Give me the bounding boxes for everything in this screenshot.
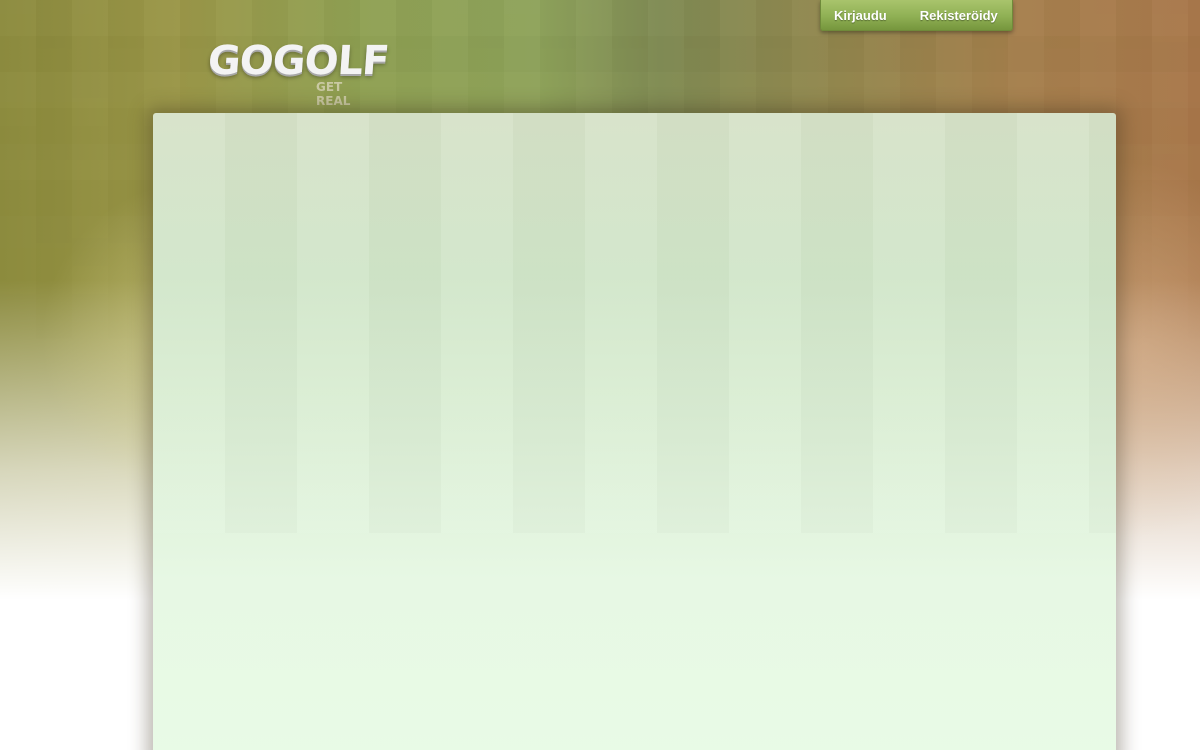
- logo-tagline: GET REAL: [316, 80, 351, 108]
- main-content-panel: [153, 113, 1116, 750]
- login-link[interactable]: Kirjaudu: [834, 8, 887, 23]
- site-logo[interactable]: GOGOLF GET REAL: [206, 38, 390, 108]
- auth-bar: Kirjaudu Rekisteröidy: [820, 0, 1013, 31]
- logo-title: GOGOLF: [206, 38, 391, 84]
- register-link[interactable]: Rekisteröidy: [920, 8, 998, 23]
